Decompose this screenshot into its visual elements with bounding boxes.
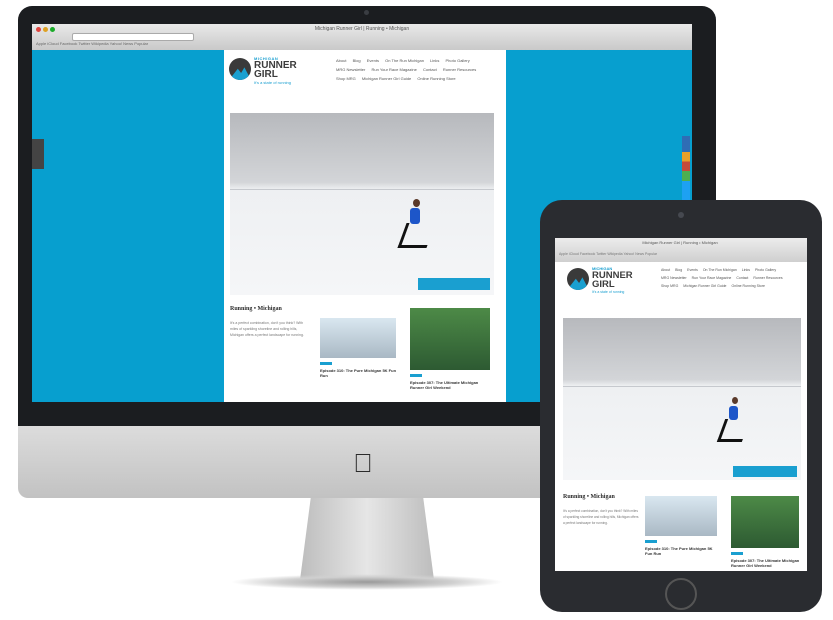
card-title[interactable]: Episode 307: The Ultimate Michigan Runne… — [410, 380, 488, 390]
card-category-tag[interactable] — [320, 362, 332, 365]
nav-item-guide[interactable]: Michigan Runner Girl Guide — [362, 74, 411, 83]
ipad-screen: Michigan Runner Girl | Running • Michiga… — [555, 238, 807, 571]
nav-item-store[interactable]: Online Running Store — [417, 74, 455, 83]
card-image-group[interactable] — [320, 318, 396, 358]
browser-chrome: Michigan Runner Girl | Running • Michiga… — [32, 24, 692, 50]
ipad-nav-item[interactable]: Blog — [675, 266, 682, 274]
ipad-runner-body — [729, 406, 738, 420]
ipad-card-title[interactable]: Episode 307: The Ultimate Michigan Runne… — [731, 558, 801, 568]
ipad-nav-item[interactable]: Shop MRG — [661, 282, 678, 290]
hero-image[interactable] — [230, 113, 494, 295]
ipad-browser-title: Michigan Runner Girl | Running • Michiga… — [642, 240, 718, 245]
ipad-card-category-tag[interactable] — [645, 540, 657, 543]
ipad-section-text: It's a perfect combination, don't you th… — [563, 509, 639, 525]
ipad-card-category-tag[interactable] — [731, 552, 743, 555]
nav-item-blog[interactable]: Blog — [353, 56, 361, 65]
ipad-browser-chrome: Michigan Runner Girl | Running • Michiga… — [555, 238, 807, 262]
nav-item-photo-gallery[interactable]: Photo Gallery — [446, 56, 470, 65]
card-image-runners[interactable] — [410, 308, 490, 370]
logo-main-text[interactable]: RUNNER GIRL — [254, 61, 314, 80]
main-navigation: About Blog Events On The Run Michigan Li… — [336, 56, 502, 83]
nav-item-shop[interactable]: Shop MRG — [336, 74, 356, 83]
section-text: It's a perfect combination, don't you th… — [230, 321, 304, 337]
ipad-main-navigation: About Blog Events On The Run Michigan Li… — [661, 266, 801, 290]
ipad-nav-item[interactable]: Online Running Store — [731, 282, 764, 290]
minimize-window-icon[interactable] — [43, 27, 48, 32]
ipad-runner-legs — [716, 419, 751, 442]
share-sidebar-left[interactable] — [32, 139, 44, 169]
runner-head — [413, 199, 420, 207]
hero-read-more-button[interactable] — [418, 278, 490, 290]
logo-tagline: It's a state of running — [254, 80, 292, 85]
ipad-card-image-group[interactable] — [645, 496, 717, 536]
bookmarks-bar[interactable]: Apple iCloud Facebook Twitter Wikipedia … — [36, 41, 686, 47]
ipad-nav-item[interactable]: Events — [687, 266, 698, 274]
mountain-logo-icon[interactable] — [229, 58, 251, 80]
social-share-bar[interactable] — [682, 136, 690, 200]
card-title[interactable]: Episode 310: The Pure Michigan 5K Fun Ru… — [320, 368, 398, 378]
nav-item-events[interactable]: Events — [367, 56, 379, 65]
ipad-hero-read-more-button[interactable] — [733, 466, 797, 477]
ipad-nav-item[interactable]: Links — [742, 266, 750, 274]
ipad-hero-horizon — [563, 386, 801, 387]
ipad-mountain-logo-icon[interactable] — [567, 268, 589, 290]
ipad-nav-item[interactable]: Michigan Runner Girl Guide — [683, 282, 726, 290]
zoom-window-icon[interactable] — [50, 27, 55, 32]
imac-stand — [300, 498, 434, 580]
hero-horizon — [230, 189, 494, 190]
nav-item-newsletter[interactable]: MRG Newsletter — [336, 65, 365, 74]
close-window-icon[interactable] — [36, 27, 41, 32]
section-title: Running • Michigan — [230, 306, 282, 312]
ipad-nav-item[interactable]: Runner Resources — [753, 274, 782, 282]
ipad-nav-item[interactable]: MRG Newsletter — [661, 274, 687, 282]
browser-window-title: Michigan Runner Girl | Running • Michiga… — [314, 26, 410, 32]
nav-item-magazine[interactable]: Run Your Race Magazine — [371, 65, 416, 74]
ipad-bookmarks-bar[interactable]: Apple iCloud Facebook Twitter Wikipedia … — [559, 252, 803, 256]
ipad-card-image-runners[interactable] — [731, 496, 799, 548]
card-category-tag[interactable] — [410, 374, 422, 377]
ipad-nav-item[interactable]: Contact — [736, 274, 748, 282]
ipad-nav-item[interactable]: Run Your Race Magazine — [692, 274, 732, 282]
nav-item-links[interactable]: Links — [430, 56, 439, 65]
ipad-hero-image[interactable] — [563, 318, 801, 480]
ipad-nav-item[interactable]: Photo Gallery — [755, 266, 776, 274]
ipad-nav-item[interactable]: On The Run Michigan — [703, 266, 737, 274]
ipad-camera-icon — [678, 212, 684, 218]
camera-icon — [364, 10, 369, 15]
imac-base-shadow — [230, 574, 504, 590]
nav-item-contact[interactable]: Contact — [423, 65, 437, 74]
ipad-home-button[interactable] — [665, 578, 697, 610]
runner-legs — [397, 223, 436, 248]
nav-item-resources[interactable]: Runner Resources — [443, 65, 476, 74]
address-bar[interactable] — [72, 33, 194, 41]
ipad-logo-tagline: It's a state of running — [592, 290, 625, 294]
nav-item-on-the-run[interactable]: On The Run Michigan — [385, 56, 424, 65]
website-page: MICHIGAN RUNNER GIRL It's a state of run… — [224, 50, 506, 402]
ipad-nav-item[interactable]: About — [661, 266, 670, 274]
ipad-section-title: Running • Michigan — [563, 494, 615, 500]
ipad-logo-main-text[interactable]: RUNNER GIRL — [592, 271, 647, 290]
ipad-runner-head — [732, 397, 738, 404]
apple-logo-icon:  — [349, 448, 377, 478]
ipad-card-title[interactable]: Episode 310: The Pure Michigan 5K Fun Ru… — [645, 546, 719, 556]
nav-item-about[interactable]: About — [336, 56, 346, 65]
runner-body — [410, 208, 420, 224]
